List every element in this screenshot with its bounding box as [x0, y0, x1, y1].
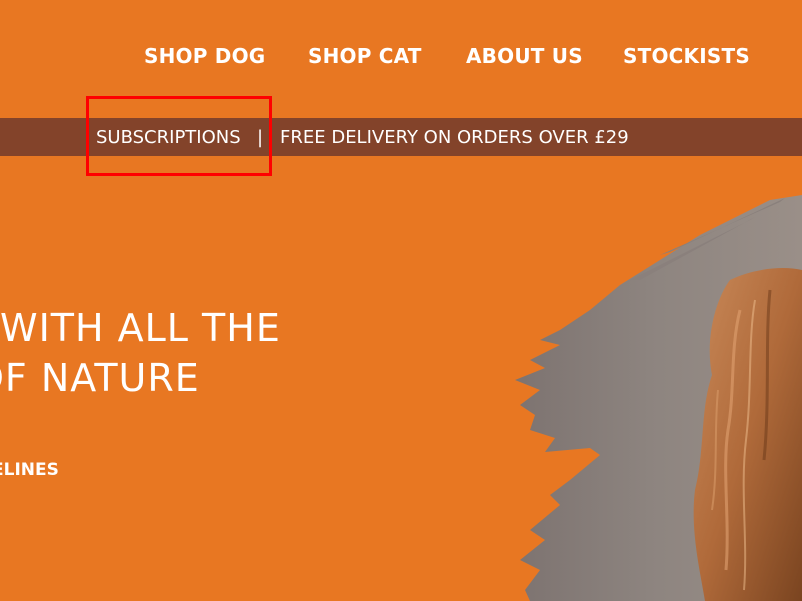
hero-heading-line-2: OF NATURE [0, 356, 200, 400]
nav-about-us[interactable]: ABOUT US [466, 44, 583, 68]
announcement-separator: | [257, 127, 264, 148]
subscriptions-link[interactable]: SUBSCRIPTIONS [96, 127, 241, 148]
page: SHOP DOG SHOP CAT ABOUT US STOCKISTS SUB… [0, 0, 802, 601]
hero-dog-image [515, 195, 802, 601]
nav-shop-cat[interactable]: SHOP CAT [308, 44, 422, 68]
nav-stockists[interactable]: STOCKISTS [623, 44, 750, 68]
announcement-bar: SUBSCRIPTIONS | FREE DELIVERY ON ORDERS … [0, 118, 802, 156]
free-delivery-text: FREE DELIVERY ON ORDERS OVER £29 [280, 127, 629, 148]
hero-heading-line-1: WITH ALL THE [0, 306, 281, 350]
nav-shop-dog[interactable]: SHOP DOG [144, 44, 265, 68]
main-nav: SHOP DOG SHOP CAT ABOUT US STOCKISTS [0, 44, 802, 76]
hero-subheading: ELINES [0, 460, 59, 480]
